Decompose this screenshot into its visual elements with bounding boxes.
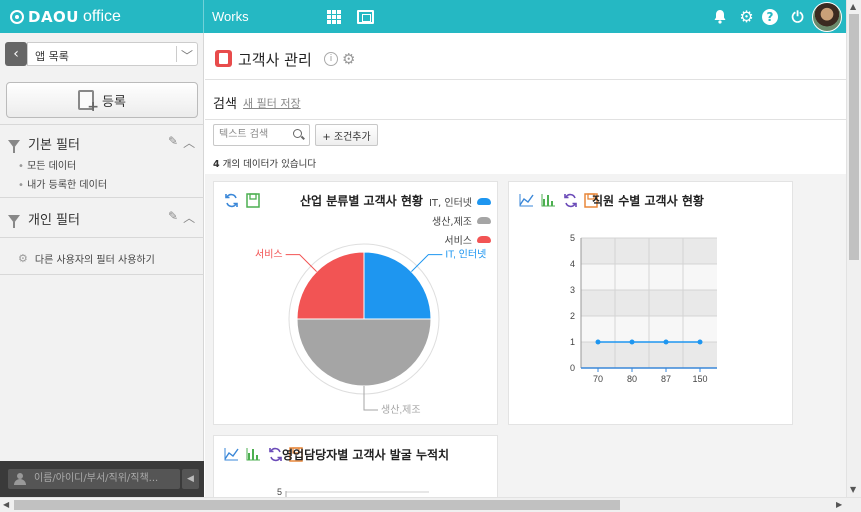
chart-card-employees: 직원 수별 고객사 현황 0 1 2 3 4 5 70 80 87 150 xyxy=(508,181,793,425)
data-count: 4 개의 데이터가 있습니다 xyxy=(213,156,316,170)
data-point xyxy=(697,339,703,345)
collapse-icon[interactable]: ︿ xyxy=(183,134,195,151)
apps-grid-icon[interactable] xyxy=(327,10,341,24)
chart-card-sales-rep: 영업담당자별 고객사 발굴 누적치 5 xyxy=(213,435,498,497)
page-title: 고객사 관리 xyxy=(238,51,312,69)
logo-office: office xyxy=(83,8,121,25)
topbar-divider xyxy=(203,0,204,33)
y-tick-label: 4 xyxy=(570,259,575,269)
back-button[interactable]: ‹ xyxy=(5,42,27,66)
horizontal-scrollbar[interactable]: ◀ ▶ xyxy=(0,497,861,512)
main-content: 고객사 관리 i ⚙ 검색 새 필터 저장 텍스트 검색 + 조건추가 4 개의… xyxy=(205,33,846,497)
collapse-icon[interactable]: ︿ xyxy=(183,209,195,226)
data-point xyxy=(595,339,601,345)
scroll-down-icon[interactable]: ▼ xyxy=(850,485,856,494)
divider xyxy=(0,237,204,238)
search-icon[interactable] xyxy=(293,129,302,138)
register-button[interactable]: 등록 xyxy=(6,82,198,118)
filter-item-my-data[interactable]: 내가 등록한 데이터 xyxy=(18,176,107,191)
line-chart: 0 1 2 3 4 5 70 80 87 150 xyxy=(570,233,717,384)
y-tick-label: 3 xyxy=(570,285,575,295)
nav-works[interactable]: Works xyxy=(212,9,249,24)
edit-icon[interactable]: ✎ xyxy=(168,209,178,226)
personal-filter-header: 개인 필터 xyxy=(8,209,80,228)
app-list-value: 앱 목록 xyxy=(35,50,69,63)
pie-slice-label: 서비스 xyxy=(255,249,283,261)
filter-icon xyxy=(8,214,20,228)
search-label: 검색 xyxy=(213,97,237,112)
vertical-scroll-thumb[interactable] xyxy=(849,14,859,260)
chart-card-industry: 산업 분류별 고객사 현황 IT, 인터넷 생산,제조 서비스 IT, 인터넷 생산,… xyxy=(213,181,498,425)
chevron-down-icon: ﹀ xyxy=(181,49,194,63)
y-tick-label: 5 xyxy=(570,233,575,243)
x-tick-label: 150 xyxy=(692,374,707,384)
pie-slice-label: 생산,제조 xyxy=(381,404,421,416)
filter-icon xyxy=(8,139,20,153)
page-header: 고객사 관리 i ⚙ xyxy=(205,33,846,80)
add-document-icon xyxy=(78,90,99,115)
use-others-filter-link[interactable]: ⚙ 다른 사용자의 필터 사용하기 xyxy=(18,251,155,266)
help-icon[interactable]: ? xyxy=(762,9,778,25)
app-icon xyxy=(215,50,232,67)
x-tick-label: 87 xyxy=(661,374,671,384)
personal-filter-tools: ✎ ︿ xyxy=(168,209,195,226)
gear-icon[interactable]: ⚙ xyxy=(738,7,755,26)
dashboard: 산업 분류별 고객사 현황 IT, 인터넷 생산,제조 서비스 IT, 인터넷 생산,… xyxy=(205,174,846,497)
divider xyxy=(0,274,204,275)
pie-chart: IT, 인터넷생산,제조 서비스 xyxy=(255,243,486,416)
y-tick-label: 5 xyxy=(277,487,282,497)
media-icon[interactable] xyxy=(357,10,374,24)
cog-icon: ⚙ xyxy=(18,252,28,265)
x-tick-label: 70 xyxy=(593,374,603,384)
y-tick-label: 0 xyxy=(570,363,575,373)
y-tick-label: 1 xyxy=(570,337,575,347)
app-list-select[interactable]: 앱 목록 ﹀ xyxy=(27,42,198,66)
add-condition-button[interactable]: + 조건추가 xyxy=(315,124,378,146)
use-others-filter-label: 다른 사용자의 필터 사용하기 xyxy=(34,255,155,266)
save-filter-link[interactable]: 새 필터 저장 xyxy=(243,95,301,111)
sidebar: ‹ 앱 목록 ﹀ 등록 기본 필터 ✎ ︿ 모든 데이터 내가 등록한 데이터 … xyxy=(0,33,204,497)
people-search-bar: 이름/아이디/부서/직위/직책... ◀ xyxy=(0,461,204,497)
basic-filter-title: 기본 필터 xyxy=(28,138,80,153)
scroll-up-icon[interactable]: ▲ xyxy=(850,2,856,11)
user-icon xyxy=(13,473,27,485)
vertical-scrollbar[interactable]: ▲ ▼ xyxy=(846,0,861,497)
data-point xyxy=(663,339,669,345)
data-count-number: 4 xyxy=(213,159,220,170)
logo[interactable]: DAOU office xyxy=(10,7,121,27)
power-icon[interactable]: ⏻ xyxy=(789,8,806,26)
edit-icon[interactable]: ✎ xyxy=(168,134,178,151)
scroll-left-icon[interactable]: ◀ xyxy=(3,500,9,509)
divider xyxy=(0,197,204,198)
bell-icon[interactable] xyxy=(711,8,728,25)
x-tick-label: 80 xyxy=(627,374,637,384)
filter-item-all-data[interactable]: 모든 데이터 xyxy=(18,157,76,172)
select-separator xyxy=(176,46,177,62)
people-search-input[interactable]: 이름/아이디/부서/직위/직책... xyxy=(8,469,180,489)
divider xyxy=(0,124,204,125)
info-icon[interactable]: i xyxy=(324,52,338,66)
search-header: 검색 새 필터 저장 xyxy=(205,80,846,120)
y-tick-label: 2 xyxy=(570,311,575,321)
top-bar: DAOU office Works ⚙ ? ⏻ xyxy=(0,0,846,33)
horizontal-scroll-thumb[interactable] xyxy=(14,500,620,510)
data-count-suffix: 개의 데이터가 있습니다 xyxy=(222,159,317,170)
line-chart-partial: 5 xyxy=(277,487,429,497)
avatar[interactable] xyxy=(812,2,842,32)
data-point xyxy=(629,339,635,345)
basic-filter-header: 기본 필터 xyxy=(8,134,80,153)
chevron-left-icon: ‹ xyxy=(13,46,19,62)
personal-filter-title: 개인 필터 xyxy=(28,213,80,228)
logo-brand: DAOU xyxy=(28,8,79,26)
scroll-right-icon[interactable]: ▶ xyxy=(836,500,842,509)
settings-icon[interactable]: ⚙ xyxy=(342,50,355,68)
pie-slice-label: IT, 인터넷 xyxy=(445,249,486,261)
basic-filter-tools: ✎ ︿ xyxy=(168,134,195,151)
logo-mark-icon xyxy=(10,10,24,24)
people-search-toggle[interactable]: ◀ xyxy=(182,469,199,489)
register-label: 등록 xyxy=(102,94,126,110)
